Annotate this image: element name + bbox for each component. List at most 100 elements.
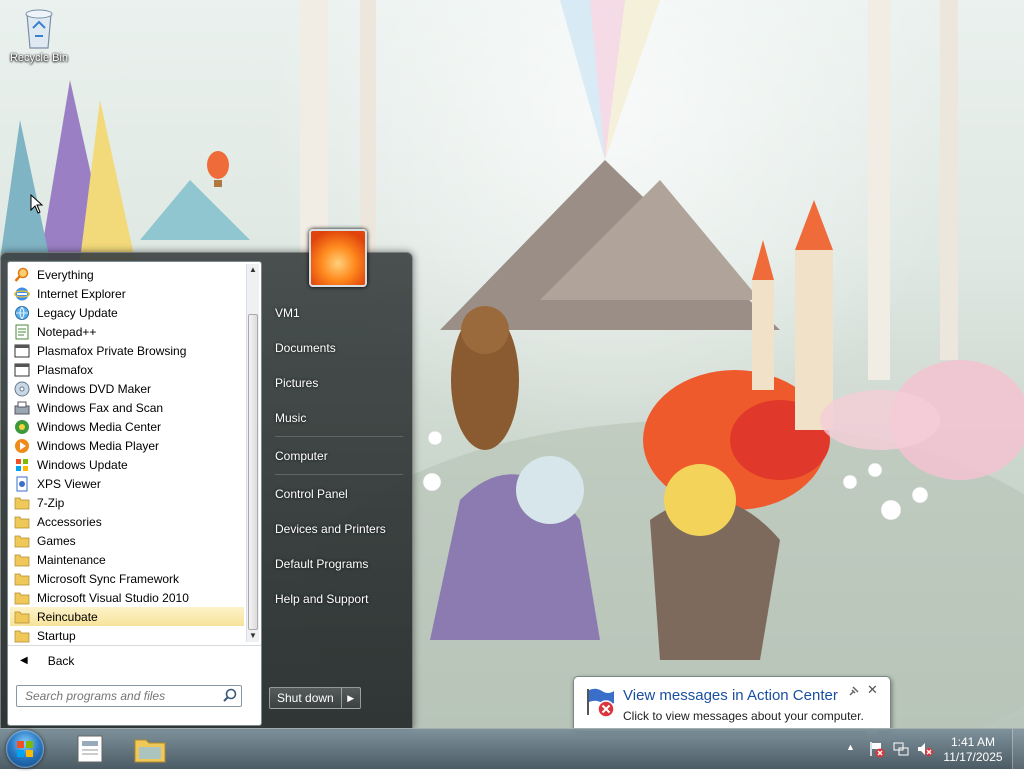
start-menu: Everything Internet Explorer Legacy Update… [0,229,413,730]
show-desktop-button[interactable] [1012,729,1024,769]
internet-explorer-icon [13,286,31,302]
taskbar-clock[interactable]: 1:41 AM 11/17/2025 [942,735,1004,765]
notepad-icon [14,324,30,340]
program-item[interactable]: 7-Zip [10,493,244,512]
scroll-down-icon[interactable]: ▼ [247,630,259,642]
notification-title[interactable]: View messages in Action Center [623,687,838,704]
program-item[interactable]: Windows Update [10,455,244,474]
back-button[interactable]: ◀ Back [8,645,261,675]
action-center-notification[interactable]: View messages in Action Center Click to … [573,676,891,740]
program-item[interactable]: Windows Media Center [10,417,244,436]
program-item[interactable]: Startup [10,626,244,645]
folder-icon [134,739,166,763]
browser-window-icon [14,343,30,359]
search-input[interactable] [23,686,217,706]
program-item[interactable]: Everything [10,265,244,284]
program-label: Windows Update [37,457,128,472]
shutdown-button[interactable]: Shut down [269,687,342,709]
music-link[interactable]: Music [275,411,306,425]
program-item[interactable]: Windows DVD Maker [10,379,244,398]
program-item[interactable]: Legacy Update [10,303,244,322]
program-label: Windows Media Player [37,438,160,453]
program-label: Accessories [37,514,102,529]
close-icon[interactable]: ✕ [867,682,878,698]
globe-update-icon [14,305,30,321]
program-label: Reincubate [37,609,98,624]
documents-link[interactable]: Documents [275,341,336,355]
mouse-cursor-icon [30,193,44,217]
program-label: 7-Zip [37,495,65,510]
action-center-tray-icon[interactable] [868,740,886,761]
volume-muted-icon[interactable] [916,740,934,761]
scrollbar-thumb[interactable] [248,314,258,630]
clock-date: 11/17/2025 [943,750,1003,764]
folder-icon [14,609,30,625]
folder-icon [14,571,30,587]
program-item[interactable]: Plasmafox [10,360,244,379]
program-label: Startup [37,628,76,643]
default-programs-link[interactable]: Default Programs [275,557,368,571]
folder-icon [14,590,30,606]
desktop-icon-recycle-bin[interactable]: Recycle Bin [6,6,72,64]
clock-time: 1:41 AM [950,735,996,749]
pictures-link[interactable]: Pictures [275,376,318,390]
program-label: Windows Media Center [37,419,162,434]
user-account-picture[interactable] [309,229,367,287]
media-player-icon [14,438,30,454]
program-item[interactable]: Accessories [10,512,244,531]
show-hidden-icons-icon[interactable]: ▲ [846,742,855,752]
application-window-icon [77,735,103,763]
program-item[interactable]: Microsoft Visual Studio 2010 [10,588,244,607]
windows-logo-icon [17,741,33,757]
notification-text: Click to view messages about your comput… [623,709,864,723]
taskbar-pinned-app[interactable] [70,732,110,766]
help-support-link[interactable]: Help and Support [275,592,368,606]
control-panel-link[interactable]: Control Panel [275,487,348,501]
computer-link[interactable]: Computer [275,449,328,463]
folder-icon [14,514,30,530]
programs-scrollbar[interactable]: ▲ ▼ [246,264,259,642]
taskbar-windows-explorer[interactable] [130,732,170,766]
fax-icon [14,400,30,416]
user-folder-link[interactable]: VM1 [275,306,300,320]
program-item[interactable]: Games [10,531,244,550]
search-icon[interactable] [223,688,237,705]
recycle-bin-icon [19,6,59,50]
program-label: Microsoft Visual Studio 2010 [37,590,189,605]
program-item[interactable]: XPS Viewer [10,474,244,493]
xps-viewer-icon [14,476,30,492]
program-label: Everything [37,267,94,282]
program-item[interactable]: Windows Fax and Scan [10,398,244,417]
folder-icon [14,552,30,568]
program-label: Windows Fax and Scan [37,400,164,415]
program-item[interactable]: Reincubate [10,607,244,626]
program-item[interactable]: Plasmafox Private Browsing [10,341,244,360]
action-center-flag-icon [584,685,618,722]
network-icon[interactable] [892,740,910,761]
program-label: Windows DVD Maker [37,381,152,396]
program-label: Internet Explorer [37,286,126,301]
folder-icon [14,533,30,549]
programs-list-pane: Everything Internet Explorer Legacy Update… [7,261,262,647]
shutdown-options-arrow-icon[interactable]: ▶ [341,687,361,709]
desktop-icon-label: Recycle Bin [9,52,69,64]
scroll-up-icon[interactable]: ▲ [247,264,259,276]
program-item[interactable]: Windows Media Player [10,436,244,455]
program-item[interactable]: Microsoft Sync Framework [10,569,244,588]
program-item[interactable]: Maintenance [10,550,244,569]
back-arrow-icon: ◀ [20,655,28,666]
program-label: Games [37,533,76,548]
program-item[interactable]: Internet Explorer [10,284,244,303]
start-button[interactable] [6,730,44,768]
program-label: Legacy Update [37,305,118,320]
pin-icon[interactable] [848,685,860,700]
right-pane-divider [275,436,403,437]
browser-window-icon [14,362,30,378]
media-center-icon [14,419,30,435]
program-label: Plasmafox Private Browsing [37,343,187,358]
search-box[interactable] [16,685,242,707]
program-item[interactable]: Notepad++ [10,322,244,341]
devices-printers-link[interactable]: Devices and Printers [275,522,386,536]
programs-list: Everything Internet Explorer Legacy Update… [10,265,244,645]
shutdown-group: Shut down ▶ [269,687,361,709]
